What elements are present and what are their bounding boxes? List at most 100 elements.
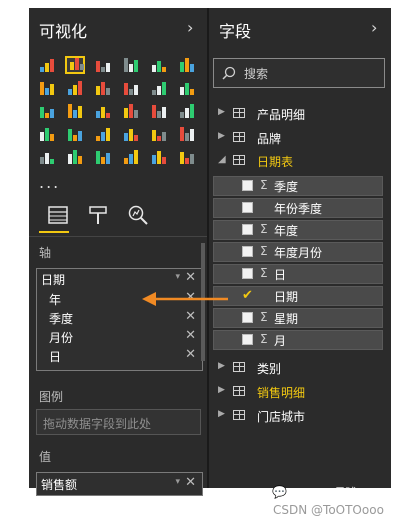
pie-icon[interactable]	[93, 102, 113, 120]
chevron-right-icon[interactable]: ›	[371, 18, 377, 37]
icon-glyph-part	[45, 128, 49, 141]
value-well[interactable]: 销售额 ▾ ✕	[36, 472, 203, 496]
checkbox[interactable]	[242, 224, 253, 235]
remove-value-icon[interactable]: ✕	[185, 475, 196, 490]
icon-glyph-part	[162, 107, 166, 118]
clustered-bar-icon[interactable]	[93, 56, 113, 74]
remove-day-icon[interactable]: ✕	[185, 347, 196, 362]
remove-axis-icon[interactable]: ✕	[185, 270, 196, 285]
globe-icon[interactable]	[177, 148, 197, 166]
search-input[interactable]: 搜索	[213, 58, 385, 88]
table-city[interactable]: ▶ 门店城市	[209, 406, 391, 426]
shape-map-icon[interactable]	[65, 125, 85, 143]
expand-arrow-icon[interactable]: ▶	[218, 385, 225, 395]
table-name: 产品明细	[257, 108, 306, 122]
expand-arrow-icon[interactable]: ▶	[218, 361, 225, 371]
remove-quarter-icon[interactable]: ✕	[185, 309, 196, 324]
chevron-down-icon[interactable]: ▾	[175, 477, 180, 487]
format-paint-roller-icon[interactable]	[87, 204, 109, 226]
table-category[interactable]: ▶ 类别	[209, 358, 391, 378]
chevron-down-icon[interactable]: ▾	[175, 272, 180, 282]
card-icon[interactable]	[149, 125, 169, 143]
ribbon-chart-icon[interactable]	[177, 79, 197, 97]
table-icon[interactable]	[93, 148, 113, 166]
table-sales[interactable]: ▶ 销售明细	[209, 382, 391, 402]
sigma-icon: Σ	[260, 332, 268, 346]
more-visuals-button[interactable]: ...	[39, 173, 60, 192]
field-row[interactable]: Σ月	[213, 330, 383, 350]
legend-drop-zone[interactable]: 拖动数据字段到此处	[36, 409, 201, 435]
table-date[interactable]: ◢ 日期表	[209, 151, 391, 171]
checkbox[interactable]	[242, 312, 253, 323]
scatter-icon[interactable]	[65, 102, 85, 120]
field-row[interactable]: Σ 星期	[213, 308, 383, 328]
kpi-icon[interactable]	[37, 148, 57, 166]
stacked-column-icon[interactable]	[65, 56, 85, 74]
field-row[interactable]: ✔ 日期	[213, 286, 383, 306]
table-name: 品牌	[257, 132, 282, 146]
table-product[interactable]: ▶ 产品明细	[209, 104, 391, 124]
icon-glyph-part	[157, 136, 161, 141]
axis-well[interactable]: 日期 ▾ ✕ 年 ✕ 季度 ✕ 月份 ✕ 日 ✕	[36, 268, 203, 371]
remove-month-icon[interactable]: ✕	[185, 328, 196, 343]
icon-glyph-part	[96, 111, 100, 118]
legend-well-label: 图例	[39, 390, 64, 404]
field-row[interactable]: 年份季度	[213, 198, 383, 218]
clustered-column-icon[interactable]	[121, 56, 141, 74]
checkbox[interactable]	[242, 334, 253, 345]
checkbox[interactable]	[242, 246, 253, 257]
line-chart-icon[interactable]	[37, 79, 57, 97]
icon-glyph-part	[180, 87, 184, 95]
table-name: 类别	[257, 362, 282, 376]
gauge-icon[interactable]	[121, 125, 141, 143]
checkbox[interactable]	[242, 180, 253, 191]
icon-glyph-part	[101, 132, 105, 141]
100-bar-icon[interactable]	[149, 56, 169, 74]
icon-glyph-part	[185, 108, 189, 118]
donut-icon[interactable]	[121, 102, 141, 120]
icon-glyph-part	[68, 104, 72, 118]
wechat-icon: 💬	[272, 485, 287, 499]
field-row[interactable]: Σ 年度月份	[213, 242, 383, 262]
icon-glyph-part	[124, 158, 128, 164]
area-chart-icon[interactable]	[65, 79, 85, 97]
checked-checkbox[interactable]: ✔	[242, 289, 253, 302]
icon-glyph-part	[190, 89, 194, 95]
chevron-right-icon[interactable]: ›	[187, 18, 193, 37]
field-name: 年份季度	[274, 202, 323, 216]
expand-arrow-icon[interactable]: ▶	[218, 409, 225, 419]
field-row[interactable]: Σ 年度	[213, 220, 383, 240]
checkbox[interactable]	[242, 268, 253, 279]
r-visual-icon[interactable]	[149, 148, 169, 166]
map-icon[interactable]	[177, 102, 197, 120]
checkbox[interactable]	[242, 202, 253, 213]
expand-arrow-icon[interactable]: ▶	[218, 107, 225, 117]
fields-tab-icon[interactable]	[47, 204, 69, 226]
field-row[interactable]: Σ 季度	[213, 176, 383, 196]
icon-glyph-part	[134, 135, 138, 141]
field-row[interactable]: Σ日	[213, 264, 383, 284]
expand-arrow-icon[interactable]: ▶	[218, 131, 225, 141]
icon-glyph-part	[185, 83, 189, 95]
line-column-icon[interactable]	[121, 79, 141, 97]
line-column-2-icon[interactable]	[149, 79, 169, 97]
stacked-bar-icon[interactable]	[37, 56, 57, 74]
collapse-arrow-icon[interactable]: ◢	[218, 154, 226, 165]
table-brand[interactable]: ▶ 品牌	[209, 128, 391, 148]
axis-level-day[interactable]: 日	[49, 348, 61, 365]
icon-glyph-part	[190, 104, 194, 118]
table-icon	[233, 108, 245, 118]
slicer-icon[interactable]	[65, 148, 85, 166]
multirow-card-icon[interactable]	[177, 125, 197, 143]
funnel-icon[interactable]	[93, 125, 113, 143]
analytics-magnifier-icon[interactable]	[127, 204, 149, 226]
axis-level-year[interactable]: 年	[49, 291, 61, 308]
filled-map-icon[interactable]	[37, 125, 57, 143]
waterfall-icon[interactable]	[37, 102, 57, 120]
axis-level-month[interactable]: 月份	[49, 329, 73, 346]
stacked-area-icon[interactable]	[93, 79, 113, 97]
treemap-icon[interactable]	[149, 102, 169, 120]
matrix-icon[interactable]	[121, 148, 141, 166]
100-column-icon[interactable]	[177, 56, 197, 74]
axis-level-quarter[interactable]: 季度	[49, 310, 73, 327]
